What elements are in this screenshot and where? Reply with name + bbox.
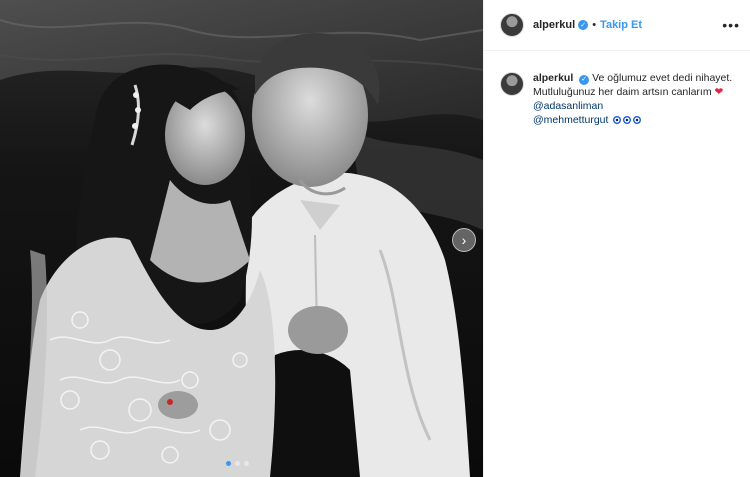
evil-eye-emoji-icon bbox=[623, 116, 632, 124]
caption-verified-badge-icon: ✓ bbox=[579, 74, 590, 85]
verified-badge-icon: ✓ bbox=[578, 20, 589, 30]
photo-illustration bbox=[0, 0, 483, 477]
slide-dot-3 bbox=[244, 461, 249, 466]
mention-adasanliman-link[interactable]: @adasanliman bbox=[533, 100, 603, 112]
evil-eye-emoji-icon bbox=[633, 116, 642, 124]
avatar[interactable] bbox=[500, 13, 524, 37]
header-separator: • bbox=[592, 19, 597, 31]
username-link[interactable]: alperkul bbox=[533, 19, 575, 31]
next-slide-button[interactable]: › bbox=[452, 228, 476, 252]
caption-username-link[interactable]: alperkul bbox=[533, 72, 573, 84]
caption-comment: alperkul ✓ Ve oğlumuz evet dedi nihayet.… bbox=[484, 51, 750, 127]
follow-button[interactable]: Takip Et bbox=[600, 19, 642, 31]
post-header: alperkul ✓ • Takip Et ••• bbox=[484, 0, 750, 51]
slide-indicator bbox=[226, 461, 249, 466]
slide-dot-2 bbox=[235, 461, 240, 466]
post-side-panel: alperkul ✓ • Takip Et ••• alperkul ✓ Ve … bbox=[483, 0, 750, 477]
evil-eye-emoji-icon bbox=[613, 116, 622, 124]
heart-icon: ❤ bbox=[714, 86, 724, 98]
more-options-icon[interactable]: ••• bbox=[722, 18, 740, 32]
caption-text: alperkul ✓ Ve oğlumuz evet dedi nihayet.… bbox=[533, 71, 736, 127]
post-photo[interactable]: › bbox=[0, 0, 483, 477]
mention-mehmetturgut-link[interactable]: @mehmetturgut bbox=[533, 114, 608, 126]
instagram-post: › alperkul ✓ • Takip Et ••• alperkul ✓ V… bbox=[0, 0, 750, 477]
slide-dot-1 bbox=[226, 461, 231, 466]
caption-avatar[interactable] bbox=[500, 72, 524, 96]
next-arrow-icon: › bbox=[461, 232, 467, 248]
